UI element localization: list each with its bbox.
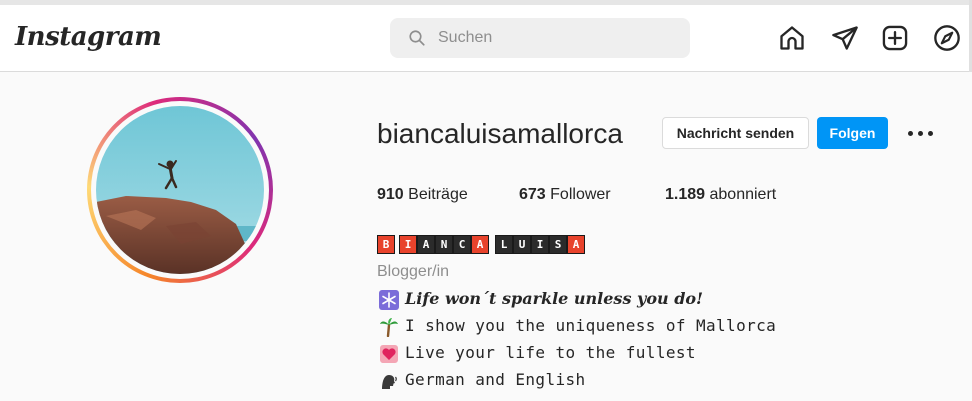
follow-button[interactable]: Folgen: [817, 117, 888, 149]
bio-text: Live your life to the fullest: [405, 343, 696, 362]
avatar-ring-gap: [91, 101, 269, 279]
posts-label: Beiträge: [408, 186, 468, 203]
profile-category: Blogger/in: [377, 263, 450, 280]
direct-message-icon[interactable]: [831, 24, 859, 52]
avatar[interactable]: [96, 106, 264, 274]
name-letter: B: [377, 235, 395, 254]
posts-stat: 910 Beiträge: [377, 186, 468, 204]
name-letter: S: [549, 235, 567, 254]
instagram-logo[interactable]: Instagram: [15, 22, 162, 52]
followers-label: Follower: [550, 186, 611, 203]
new-post-icon[interactable]: [881, 24, 909, 52]
send-message-button[interactable]: Nachricht senden: [662, 117, 809, 149]
name-letter: A: [567, 235, 585, 254]
name-letter: C: [453, 235, 471, 254]
home-icon[interactable]: [778, 24, 806, 52]
following-count: 1.189: [665, 186, 706, 203]
bio-text: Life won´t sparkle unless you do!: [405, 289, 704, 308]
posts-count: 910: [377, 186, 404, 203]
name-letter: U: [513, 235, 531, 254]
snowflake-icon: [379, 290, 399, 310]
following-stat[interactable]: 1.189 abonniert: [665, 186, 776, 204]
name-letter: A: [471, 235, 489, 254]
search-input[interactable]: [438, 18, 668, 58]
name-letter: A: [417, 235, 435, 254]
speaking-head-icon: [382, 375, 397, 389]
more-options-icon[interactable]: [905, 120, 937, 146]
name-letter: L: [495, 235, 513, 254]
search-box[interactable]: [390, 18, 690, 58]
bio-text: I show you the uniqueness of Mallorca: [405, 316, 777, 335]
followers-stat[interactable]: 673 Follower: [519, 186, 611, 204]
name-letter: I: [531, 235, 549, 254]
search-icon: [409, 30, 425, 46]
browser-edge: [0, 0, 972, 5]
profile-avatar-story-ring[interactable]: [87, 97, 273, 283]
top-navigation-bar: Instagram: [0, 0, 972, 72]
name-letter: I: [399, 235, 417, 254]
profile-username: biancaluisamallorca: [377, 118, 623, 149]
following-label: abonniert: [709, 186, 777, 203]
followers-count: 673: [519, 186, 546, 203]
explore-icon[interactable]: [933, 24, 961, 52]
name-letter: N: [435, 235, 453, 254]
palm-tree-icon: [380, 318, 398, 337]
heart-icon: [380, 345, 398, 363]
avatar-photo: [96, 106, 264, 274]
bio-text: German and English: [405, 370, 586, 389]
